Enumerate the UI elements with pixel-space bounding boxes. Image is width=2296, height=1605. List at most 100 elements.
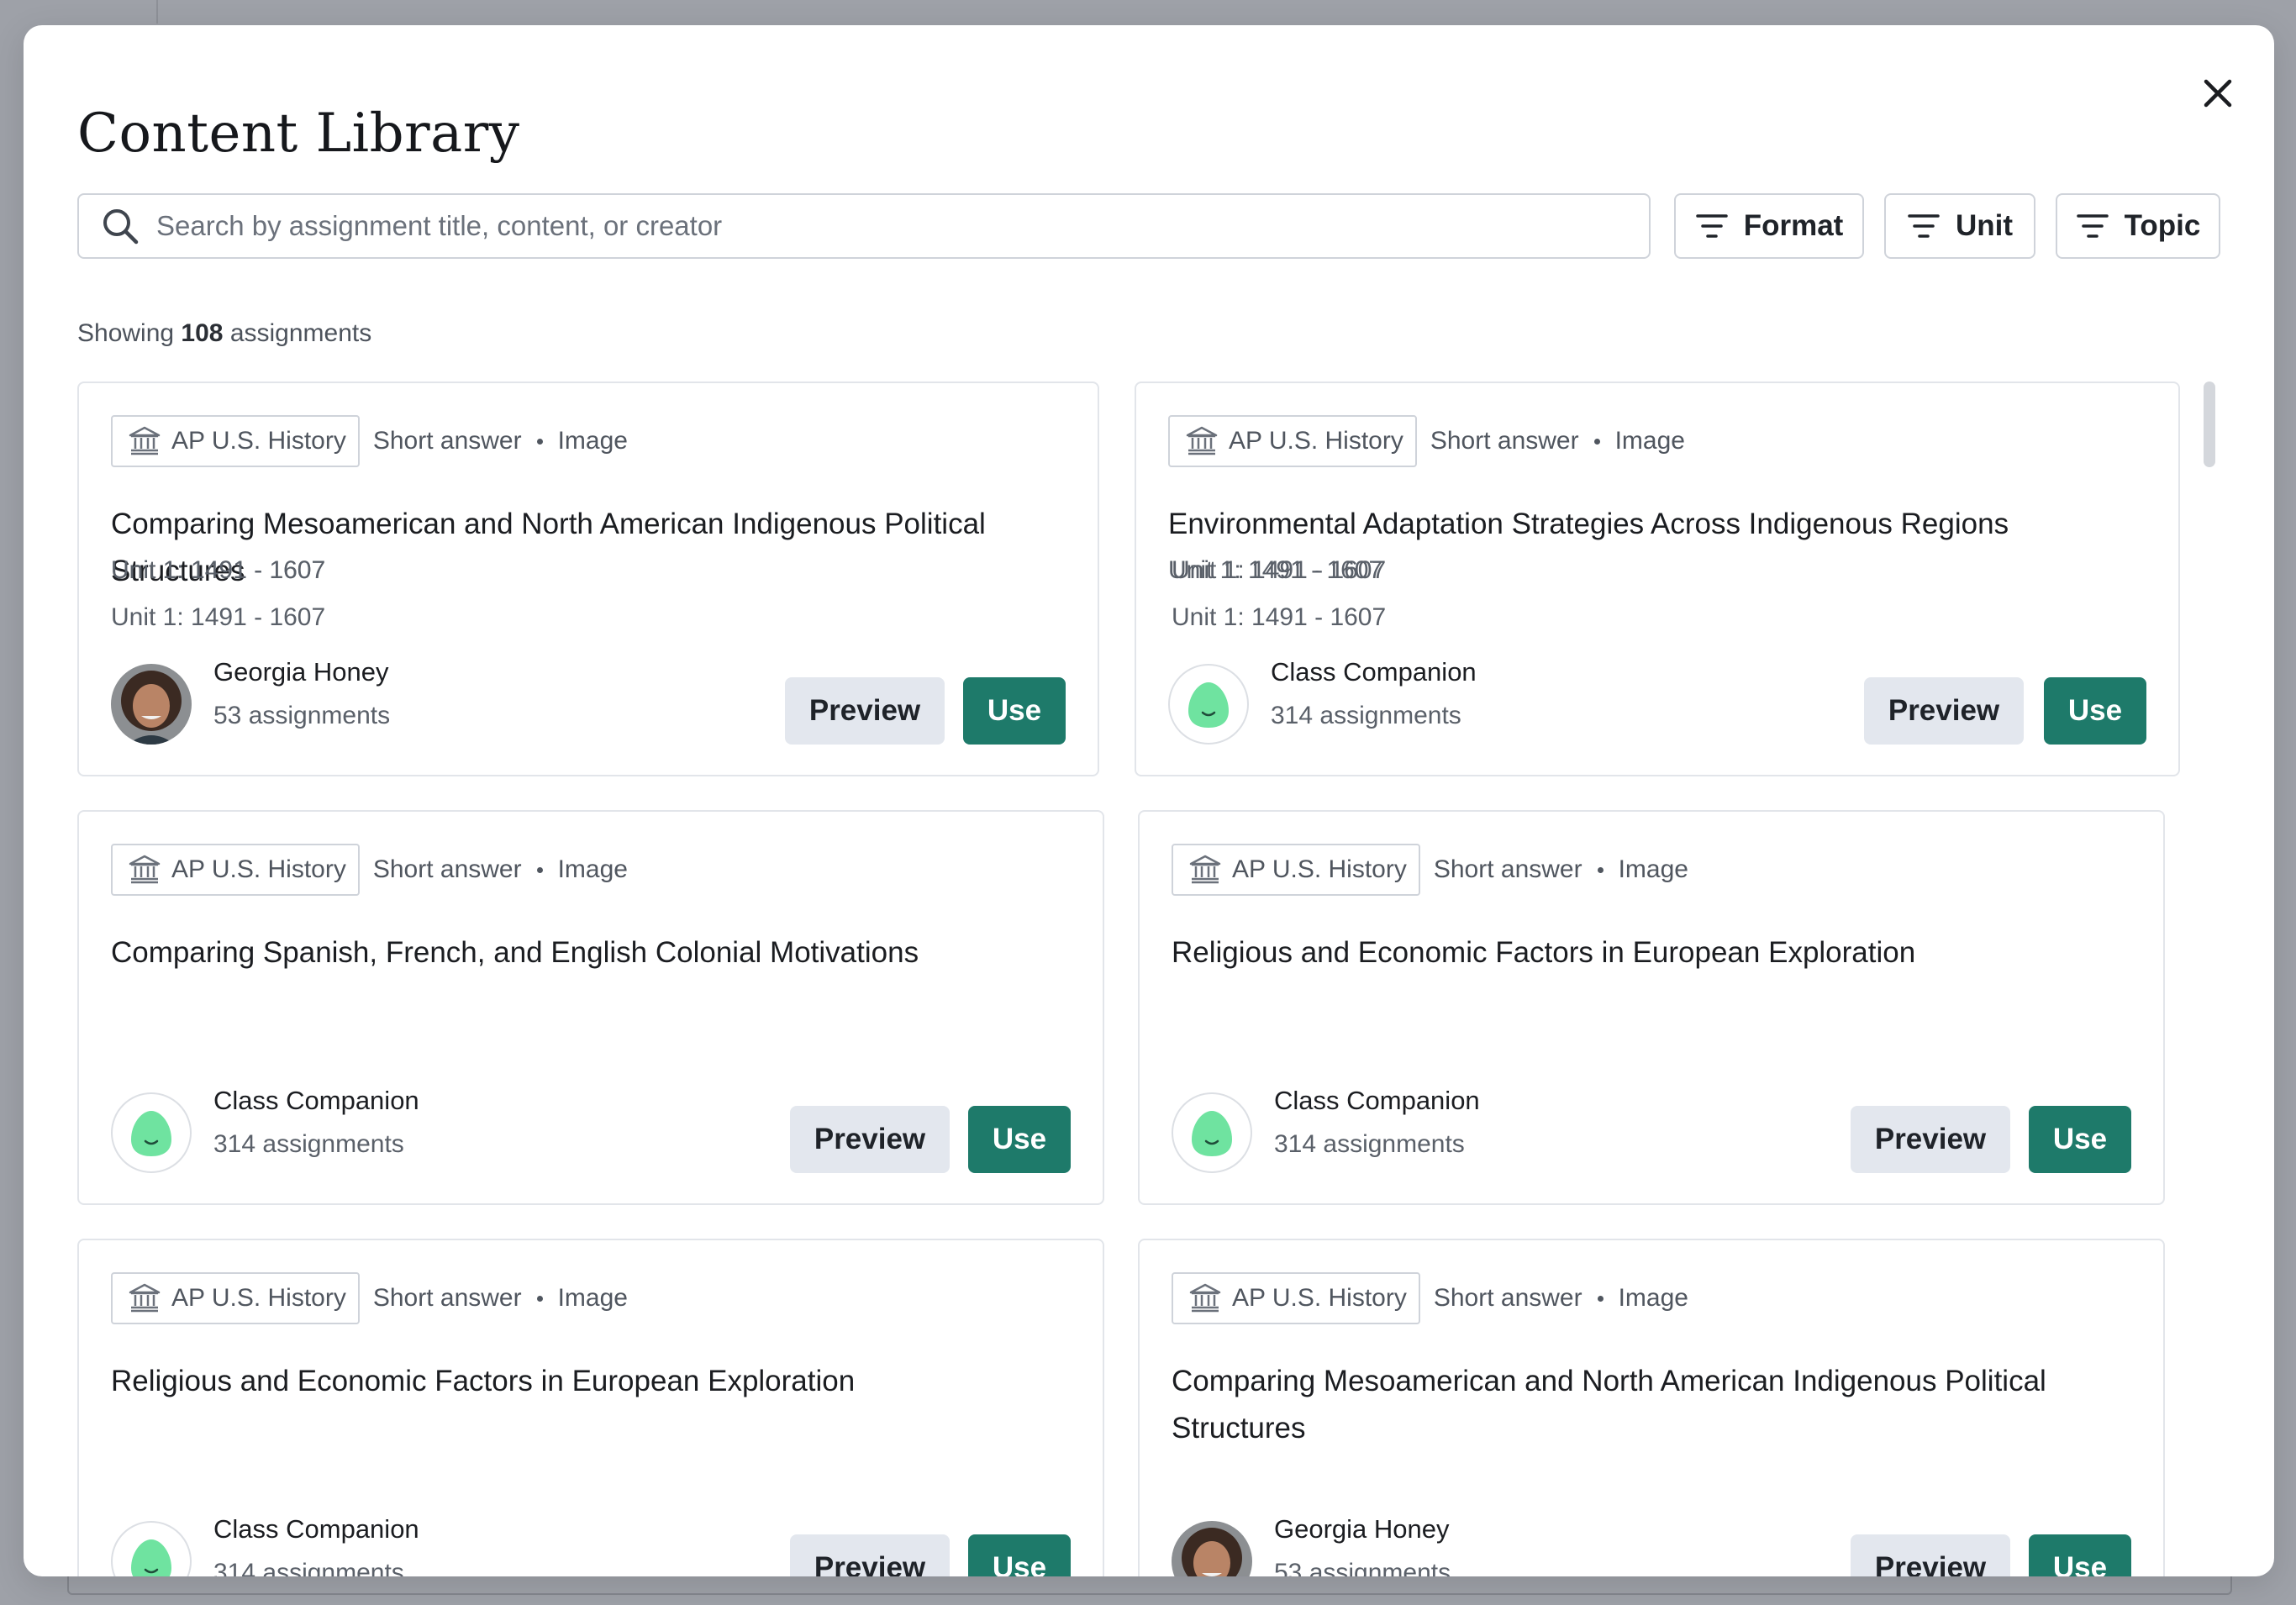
- filter-unit-button[interactable]: Unit: [1884, 193, 2035, 259]
- institution-icon: [129, 426, 161, 455]
- card-title[interactable]: Religious and Economic Factors in Europe…: [111, 1358, 1062, 1405]
- subject-label: AP U.S. History: [1229, 427, 1403, 455]
- card-unit: Unit 1: 1491 - 1607: [1172, 556, 1387, 584]
- institution-icon: [129, 1283, 161, 1313]
- author-name: Class Companion: [213, 1086, 419, 1115]
- separator-dot: [536, 1295, 543, 1302]
- georgia-honey-avatar-icon: [111, 664, 192, 745]
- use-button[interactable]: Use: [968, 1534, 1071, 1576]
- author-avatar: [111, 1092, 192, 1173]
- filter-icon: [2076, 214, 2109, 238]
- media-label: Image: [1614, 427, 1685, 455]
- use-button[interactable]: Use: [2029, 1106, 2131, 1173]
- use-button[interactable]: Use: [963, 677, 1066, 745]
- subject-tag: AP U.S. History: [1172, 844, 1420, 896]
- author-assignment-count: 314 assignments: [213, 1130, 404, 1158]
- georgia-honey-avatar-icon: [1172, 1521, 1252, 1576]
- filter-topic-label: Topic: [2124, 209, 2201, 242]
- format-label: Short answer: [372, 1284, 522, 1312]
- use-button[interactable]: Use: [2044, 677, 2146, 745]
- assignment-card[interactable]: AP U.S. History Short answer Image Compa…: [77, 556, 1104, 1205]
- preview-button[interactable]: Preview: [785, 677, 945, 745]
- close-button[interactable]: [2195, 71, 2241, 116]
- subject-label: AP U.S. History: [1232, 855, 1407, 883]
- author-name: Class Companion: [213, 1514, 419, 1544]
- subject-label: AP U.S. History: [171, 1284, 346, 1312]
- separator-dot: [1597, 1295, 1604, 1302]
- filter-format-button[interactable]: Format: [1674, 193, 1864, 259]
- content-library-modal: Content Library Format Unit Topic Showin…: [24, 25, 2274, 1576]
- separator-dot: [536, 438, 543, 445]
- class-companion-avatar-icon: [1192, 1111, 1232, 1156]
- author-assignment-count: 53 assignments: [213, 702, 391, 729]
- search-box[interactable]: [77, 193, 1651, 259]
- media-label: Image: [1618, 855, 1688, 883]
- author-name: Class Companion: [1271, 657, 1477, 687]
- author-info: Class Companion 314 assignments: [1274, 1079, 1480, 1166]
- preview-button[interactable]: Preview: [1851, 1534, 2010, 1576]
- author-name: Georgia Honey: [213, 657, 389, 687]
- author-avatar: [1168, 664, 1249, 745]
- filter-format-label: Format: [1743, 209, 1844, 242]
- class-companion-avatar-icon: [131, 1539, 171, 1576]
- subject-tag: AP U.S. History: [1172, 1272, 1420, 1324]
- assignment-card[interactable]: AP U.S. History Short answer Image Relig…: [77, 556, 1104, 1576]
- scrollbar-thumb[interactable]: [2204, 382, 2215, 467]
- card-meta: AP U.S. History Short answer Image: [111, 844, 628, 896]
- author-assignment-count: 314 assignments: [1274, 1130, 1465, 1158]
- card-unit: Unit 1: 1491 - 1607: [111, 603, 326, 631]
- card-title[interactable]: Comparing Spanish, French, and English C…: [111, 929, 1062, 976]
- card-title[interactable]: Environmental Adaptation Strategies Acro…: [1168, 501, 2138, 548]
- author-avatar: [1172, 1521, 1252, 1576]
- close-icon: [2204, 79, 2232, 108]
- card-meta: AP U.S. History Short answer Image: [111, 1272, 628, 1324]
- subject-tag: AP U.S. History: [111, 844, 360, 896]
- search-input[interactable]: [155, 196, 1649, 256]
- card-meta: AP U.S. History Short answer Image: [111, 415, 628, 467]
- separator-dot: [1597, 866, 1604, 873]
- subject-tag: AP U.S. History: [1168, 415, 1417, 467]
- use-button[interactable]: Use: [968, 1106, 1071, 1173]
- author-name: Class Companion: [1274, 1086, 1480, 1115]
- author-assignment-count: 314 assignments: [1271, 702, 1461, 729]
- preview-button[interactable]: Preview: [790, 1534, 950, 1576]
- results-count-suffix: assignments: [229, 319, 372, 347]
- separator-dot: [1593, 438, 1600, 445]
- author-avatar: [1172, 1092, 1252, 1173]
- author-info: Class Companion 314 assignments: [213, 1079, 419, 1166]
- preview-button[interactable]: Preview: [1864, 677, 2024, 745]
- preview-button[interactable]: Preview: [1851, 1106, 2010, 1173]
- author-assignment-count: 53 assignments: [1274, 1559, 1451, 1576]
- assignment-card[interactable]: AP U.S. History Short answer Image Compa…: [1138, 603, 2165, 1576]
- author-avatar: [111, 664, 192, 745]
- card-title[interactable]: Religious and Economic Factors in Europe…: [1172, 929, 2123, 976]
- subject-tag: AP U.S. History: [111, 1272, 360, 1324]
- author-info: Class Companion 314 assignments: [1271, 650, 1477, 738]
- card-title[interactable]: Comparing Mesoamerican and North America…: [1172, 1358, 2123, 1452]
- results-count-prefix: Showing: [77, 319, 175, 347]
- card-unit: Unit 1: 1491 - 1607: [1172, 603, 1387, 631]
- subject-label: AP U.S. History: [171, 427, 346, 455]
- author-assignment-count: 314 assignments: [213, 1559, 404, 1576]
- media-label: Image: [557, 855, 628, 883]
- author-avatar: [111, 1521, 192, 1576]
- filter-unit-label: Unit: [1955, 209, 2014, 242]
- author-name: Georgia Honey: [1274, 1514, 1450, 1544]
- use-button[interactable]: Use: [2029, 1534, 2131, 1576]
- subject-tag: AP U.S. History: [111, 415, 360, 467]
- author-info: Class Companion 314 assignments: [213, 1508, 419, 1576]
- card-meta: AP U.S. History Short answer Image: [1172, 1272, 1688, 1324]
- backdrop-divider: [156, 0, 158, 24]
- institution-icon: [1186, 426, 1218, 455]
- filter-icon: [1695, 214, 1728, 238]
- author-info: Georgia Honey 53 assignments: [1274, 1508, 1451, 1576]
- institution-icon: [1189, 1283, 1221, 1313]
- media-label: Image: [1618, 1284, 1688, 1312]
- assignment-card[interactable]: AP U.S. History Short answer Image Relig…: [1138, 556, 2165, 1205]
- institution-icon: [1189, 855, 1221, 884]
- institution-icon: [129, 855, 161, 884]
- format-label: Short answer: [372, 855, 522, 883]
- format-label: Short answer: [1433, 855, 1582, 883]
- preview-button[interactable]: Preview: [790, 1106, 950, 1173]
- filter-topic-button[interactable]: Topic: [2056, 193, 2220, 259]
